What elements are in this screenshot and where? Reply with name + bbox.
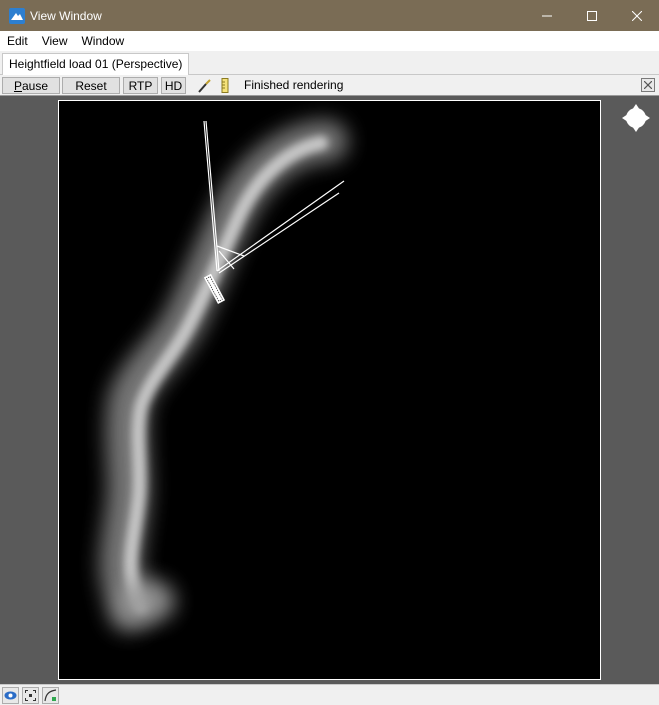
maximize-icon bbox=[586, 10, 597, 21]
app-logo-icon bbox=[9, 7, 25, 24]
close-view-button[interactable] bbox=[641, 78, 655, 92]
eye-button[interactable] bbox=[2, 687, 19, 704]
brush-button[interactable] bbox=[195, 77, 212, 94]
curve-icon bbox=[44, 689, 57, 702]
pause-label: ause bbox=[21, 78, 49, 93]
menu-item-view[interactable]: View bbox=[35, 34, 75, 48]
minimize-button[interactable] bbox=[524, 0, 569, 31]
eye-icon bbox=[4, 691, 17, 700]
window-title: View Window bbox=[30, 8, 102, 23]
pause-button[interactable]: Pause bbox=[2, 77, 60, 94]
orbit-navigation-control[interactable] bbox=[622, 104, 650, 132]
tab-heightfield-perspective[interactable]: Heightfield load 01 (Perspective) bbox=[2, 53, 190, 76]
ruler-icon bbox=[221, 78, 228, 93]
title-bar: View Window bbox=[0, 0, 659, 31]
frame-button[interactable] bbox=[22, 687, 39, 704]
rtp-button[interactable]: RTP bbox=[123, 77, 158, 94]
menu-bar: Edit View Window bbox=[0, 31, 659, 51]
tab-bar: Heightfield load 01 (Perspective) bbox=[0, 51, 659, 76]
maximize-button[interactable] bbox=[569, 0, 614, 31]
render-viewport[interactable] bbox=[58, 100, 601, 680]
hd-button[interactable]: HD bbox=[161, 77, 186, 94]
render-toolbar: Pause Reset RTP HD Finished rendering bbox=[0, 75, 659, 96]
ruler-button[interactable] bbox=[216, 77, 233, 94]
brush-icon bbox=[197, 78, 211, 93]
close-button[interactable] bbox=[614, 0, 659, 31]
menu-item-window[interactable]: Window bbox=[74, 34, 131, 48]
pause-mnemonic: P bbox=[13, 78, 22, 93]
frame-icon bbox=[25, 690, 36, 701]
bottom-toolbar bbox=[0, 684, 659, 705]
menu-item-edit[interactable]: Edit bbox=[0, 34, 35, 48]
reset-button[interactable]: Reset bbox=[62, 77, 120, 94]
minimize-icon bbox=[541, 15, 552, 16]
heightfield-render bbox=[99, 120, 348, 632]
close-icon bbox=[631, 10, 642, 21]
close-icon bbox=[644, 81, 652, 89]
curve-button[interactable] bbox=[42, 687, 59, 704]
orbit-navigation-icon bbox=[622, 104, 650, 132]
render-status: Finished rendering bbox=[244, 78, 344, 92]
